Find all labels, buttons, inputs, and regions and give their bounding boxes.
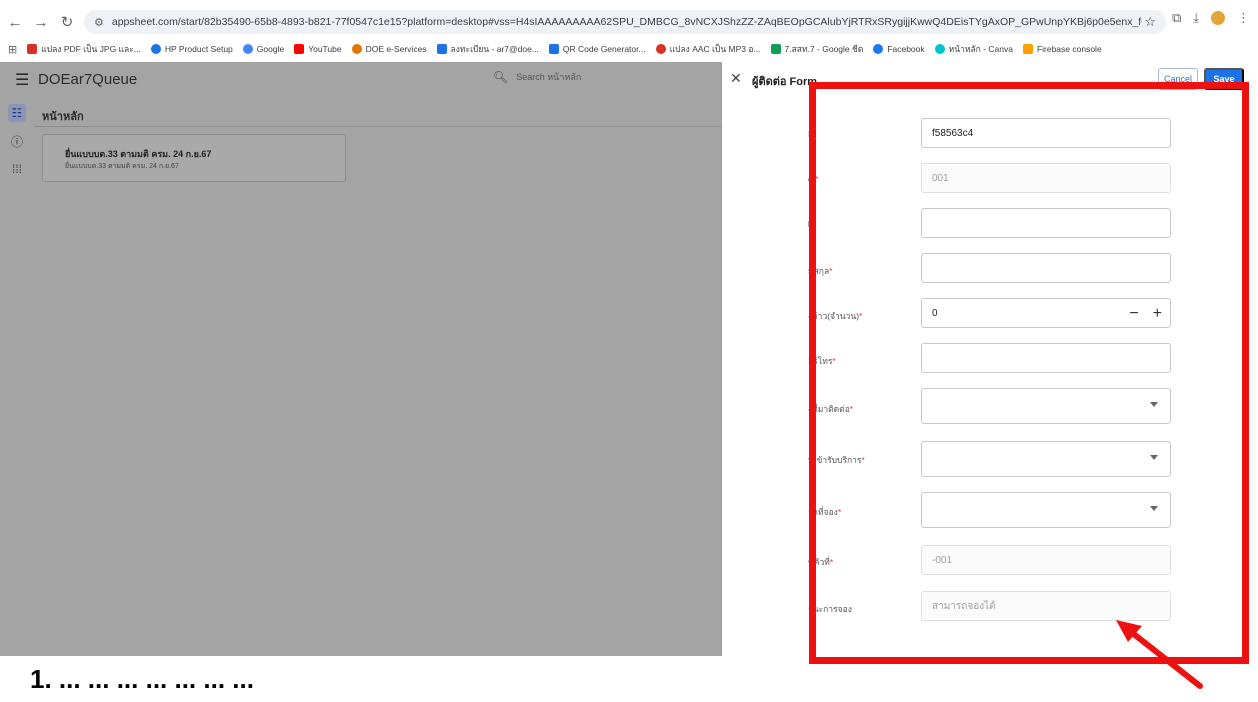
menu-kebab-icon[interactable]: ⋮ xyxy=(1237,10,1250,26)
bookmark-item[interactable]: QR Code Generator... xyxy=(548,44,646,54)
list-view-icon[interactable]: ☷ xyxy=(8,104,26,122)
annotation-caption: 1. ... ... ... ... ... ... ... xyxy=(30,664,254,694)
card-title: ยื่นแบบบต.33 ตามมติ ครม. 24 ก.ย.67 xyxy=(65,149,212,159)
forward-icon[interactable]: → xyxy=(30,11,52,33)
page-title: หน้าหลัก xyxy=(42,111,84,123)
app-header: ☰ DOEar7Queue 🔍︎ Search หน้าหลัก xyxy=(0,62,722,96)
bookmark-item[interactable]: HP Product Setup xyxy=(150,44,233,54)
tune-icon[interactable]: ⚙ xyxy=(94,16,104,29)
annotation-arrow xyxy=(1116,620,1203,689)
bookmark-item[interactable]: Facebook xyxy=(873,44,925,54)
bookmark-item[interactable]: แปลง PDF เป็น JPG และ... xyxy=(27,42,141,56)
bookmark-item[interactable]: 7.สสท.7 - Google ชีต xyxy=(770,42,863,56)
profile-avatar[interactable] xyxy=(1211,11,1225,25)
list-item[interactable]: ยื่นแบบบต.33 ตามมติ ครม. 24 ก.ย.67 ยื่นแ… xyxy=(42,134,346,182)
address-row: ← → ↻ ⚙ appsheet.com/start/82b35490-65b8… xyxy=(0,8,1258,36)
search-input[interactable]: 🔍︎ Search หน้าหลัก xyxy=(493,70,581,84)
left-nav-rail: ☷ ⓘ ⁞⁞⁞ xyxy=(0,96,34,656)
extensions-icon[interactable]: ⧉ xyxy=(1172,10,1181,26)
bookmark-item[interactable]: Google xyxy=(242,44,284,54)
card-subtitle: ยื่นแบบบต.33 ตามมติ ครม. 24 ก.ย.67 xyxy=(65,163,179,170)
bookmarks-bar: ⊞ แปลง PDF เป็น JPG และ... HP Product Se… xyxy=(0,38,1258,60)
highlight-frame xyxy=(809,82,1249,664)
form-title: ผู้ติดต่อ Form xyxy=(752,76,818,88)
bookmark-item[interactable]: หน้าหลัก - Canva xyxy=(934,42,1013,56)
apps-grid-icon[interactable]: ⊞ xyxy=(8,43,17,56)
reload-icon[interactable]: ↻ xyxy=(56,11,78,33)
hamburger-menu-icon[interactable]: ☰ xyxy=(15,70,29,90)
dimmed-main-view[interactable]: ☰ DOEar7Queue 🔍︎ Search หน้าหลัก ☷ ⓘ ⁞⁞⁞… xyxy=(0,62,722,656)
address-bar[interactable]: ⚙ appsheet.com/start/82b35490-65b8-4893-… xyxy=(84,10,1166,34)
divider xyxy=(34,126,722,127)
bookmark-star-icon[interactable]: ☆ xyxy=(1144,14,1156,30)
browser-toolbar: ← → ↻ ⚙ appsheet.com/start/82b35490-65b8… xyxy=(0,0,1258,62)
app-title: DOEar7Queue xyxy=(38,71,138,88)
download-icon[interactable]: ⤓ xyxy=(1193,10,1199,26)
url-text[interactable]: appsheet.com/start/82b35490-65b8-4893-b8… xyxy=(112,16,1142,28)
bookmark-item[interactable]: YouTube xyxy=(294,44,342,54)
bookmark-item[interactable]: Firebase console xyxy=(1022,44,1102,54)
search-placeholder: Search หน้าหลัก xyxy=(516,72,582,82)
bookmark-item[interactable]: DOE e-Services xyxy=(351,44,427,54)
browser-actions: ⧉ ⤓ ⋮ xyxy=(1172,10,1250,26)
search-icon: 🔍︎ xyxy=(493,70,509,84)
grid-apps-icon[interactable]: ⁞⁞⁞ xyxy=(8,160,26,178)
close-icon[interactable]: ✕ xyxy=(730,70,742,87)
bookmark-item[interactable]: ลงทะเบียน - ar7@doe... xyxy=(436,42,539,56)
info-icon[interactable]: ⓘ xyxy=(8,132,26,150)
bookmark-item[interactable]: แปลง AAC เป็น MP3 อ... xyxy=(655,42,761,56)
back-icon[interactable]: ← xyxy=(4,11,26,33)
